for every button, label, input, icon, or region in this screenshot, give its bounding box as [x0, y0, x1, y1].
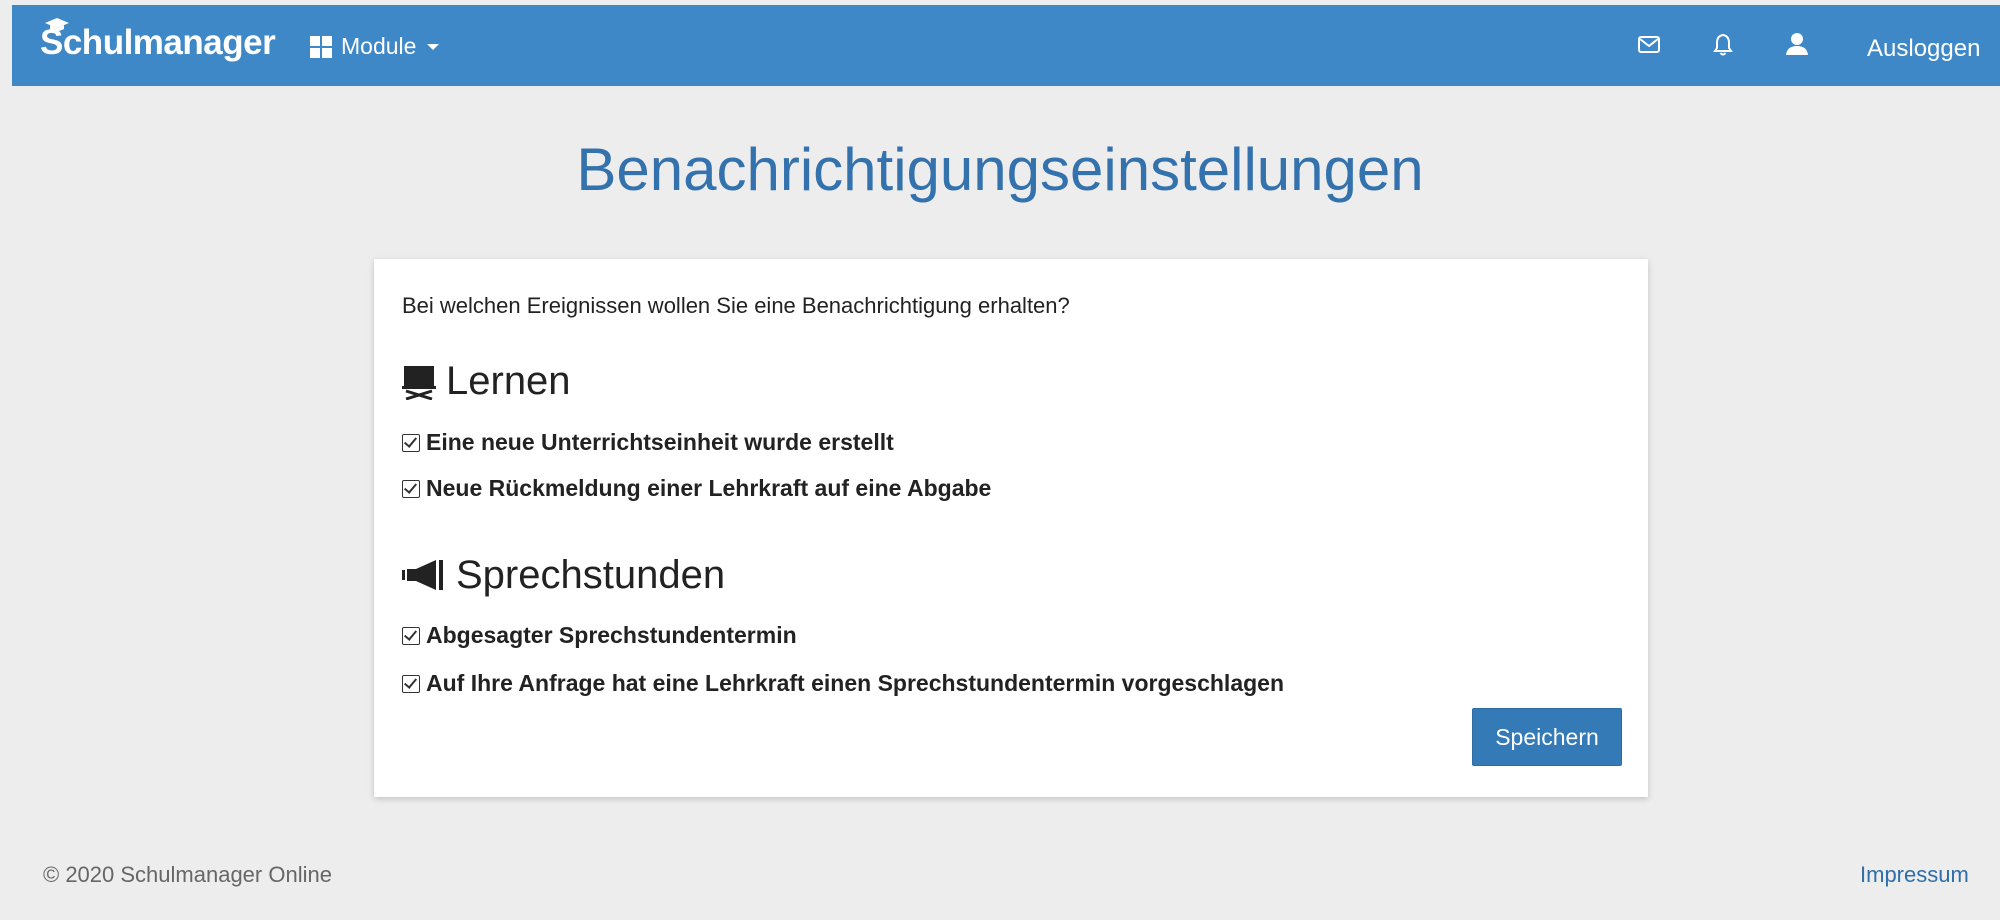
- option-new-lesson-unit[interactable]: Eine neue Unterrichtseinheit wurde erste…: [402, 429, 894, 456]
- option-cancelled-appointment[interactable]: Abgesagter Sprechstundentermin: [402, 622, 797, 649]
- grid-icon: [310, 35, 332, 58]
- copyright-text: © 2020 Schulmanager Online: [43, 862, 332, 887]
- option-label: Abgesagter Sprechstundentermin: [426, 622, 797, 648]
- settings-card: Bei welchen Ereignissen wollen Sie eine …: [374, 259, 1648, 797]
- caret-down-icon: [427, 43, 440, 50]
- option-label: Eine neue Unterrichtseinheit wurde erste…: [426, 429, 894, 455]
- mail-icon[interactable]: [1636, 31, 1662, 62]
- modules-label: Module: [341, 33, 417, 59]
- bell-icon[interactable]: [1710, 31, 1736, 62]
- save-button[interactable]: Speichern: [1472, 708, 1622, 766]
- section-title: Sprechstunden: [456, 553, 726, 597]
- option-teacher-feedback[interactable]: Neue Rückmeldung einer Lehrkraft auf ein…: [402, 475, 991, 502]
- checkbox[interactable]: [402, 626, 420, 645]
- checkbox[interactable]: [402, 433, 420, 452]
- checkbox[interactable]: [402, 479, 420, 498]
- blackboard-icon: [402, 365, 436, 400]
- option-label: Neue Rückmeldung einer Lehrkraft auf ein…: [426, 475, 992, 501]
- megaphone-icon: [402, 559, 443, 590]
- checkbox[interactable]: [402, 674, 420, 693]
- settings-question: Bei welchen Ereignissen wollen Sie eine …: [402, 293, 1070, 318]
- brand-logo[interactable]: Schulmanager: [40, 18, 276, 63]
- graduation-cap-icon: [45, 18, 69, 31]
- impressum-link[interactable]: Impressum: [1860, 862, 1969, 888]
- option-label: Auf Ihre Anfrage hat eine Lehrkraft eine…: [426, 670, 1284, 696]
- section-lernen-header: Lernen: [402, 359, 571, 404]
- page-title: Benachrichtigungseinstellungen: [576, 136, 1424, 203]
- option-proposed-appointment[interactable]: Auf Ihre Anfrage hat eine Lehrkraft eine…: [402, 670, 1284, 697]
- section-title: Lernen: [446, 359, 571, 403]
- top-navbar: Schulmanager Module Ausloggen: [12, 5, 2000, 86]
- section-sprechstunden-header: Sprechstunden: [402, 553, 725, 598]
- brand-name: Schulmanager: [40, 23, 276, 62]
- user-icon[interactable]: [1784, 31, 1810, 62]
- logout-link[interactable]: Ausloggen: [1867, 35, 1980, 63]
- modules-dropdown[interactable]: Module: [310, 33, 440, 60]
